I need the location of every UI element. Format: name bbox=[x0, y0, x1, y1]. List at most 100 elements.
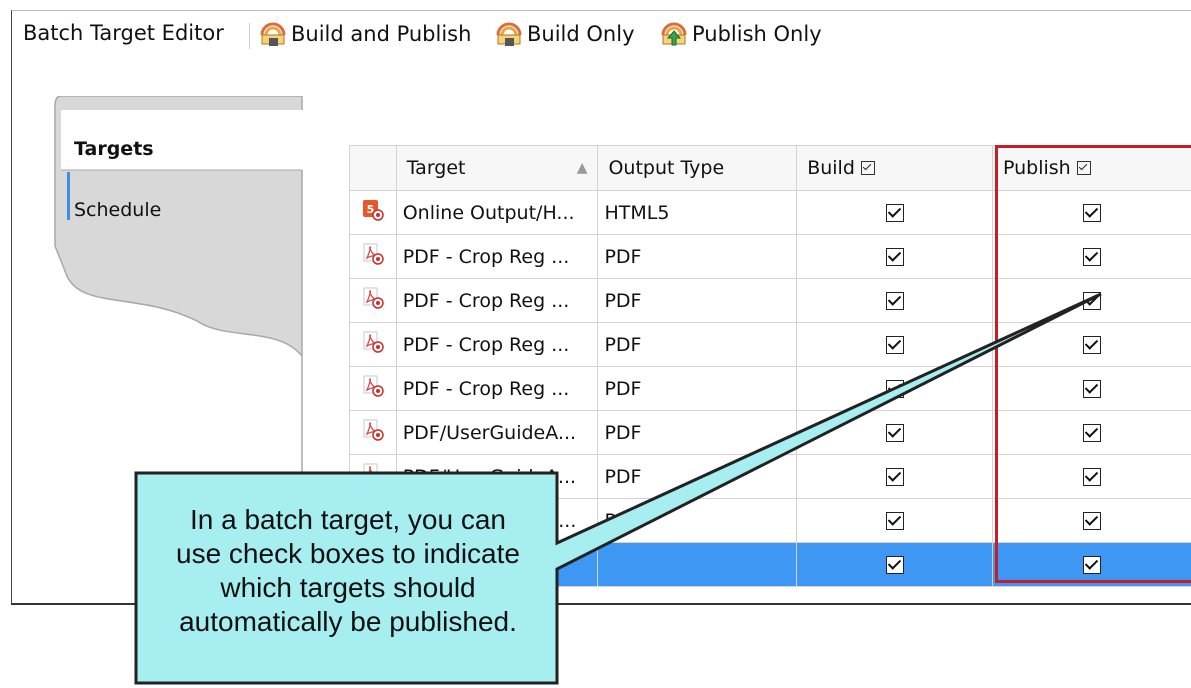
icon-column-header bbox=[350, 146, 397, 191]
output-type-cell: PDF bbox=[598, 411, 797, 455]
publish-select-all-checkbox[interactable] bbox=[1077, 161, 1091, 175]
build-select-all-checkbox[interactable] bbox=[861, 161, 875, 175]
callout-line: which targets should bbox=[138, 571, 558, 605]
build-cell bbox=[797, 367, 993, 411]
publish-checkbox[interactable] bbox=[1083, 468, 1101, 486]
output-type-cell: PDF bbox=[598, 235, 797, 279]
publish-only-icon bbox=[660, 20, 688, 48]
publish-cell bbox=[992, 235, 1191, 279]
build-checkbox[interactable] bbox=[886, 204, 904, 222]
pdf-target-icon bbox=[350, 279, 397, 323]
build-checkbox[interactable] bbox=[886, 424, 904, 442]
build-checkbox[interactable] bbox=[886, 292, 904, 310]
target-name-cell: PDF - Crop Reg ... bbox=[396, 235, 598, 279]
target-name-cell: PDF/UserGuideA... bbox=[396, 411, 598, 455]
output-type-cell bbox=[598, 543, 797, 587]
callout-text: In a batch target, you can use check box… bbox=[138, 503, 558, 639]
build-column-label: Build bbox=[807, 157, 855, 179]
target-name-cell: PDF - Crop Reg ... bbox=[396, 323, 598, 367]
build-checkbox[interactable] bbox=[886, 512, 904, 530]
build-cell bbox=[797, 543, 993, 587]
output-type-cell: PDF bbox=[598, 455, 797, 499]
output-type-cell: PDF bbox=[598, 367, 797, 411]
publish-checkbox[interactable] bbox=[1083, 424, 1101, 442]
build-only-label: Build Only bbox=[527, 22, 635, 46]
callout-line: use check boxes to indicate bbox=[138, 537, 558, 571]
build-only-button[interactable]: Build Only bbox=[495, 20, 635, 48]
build-and-publish-label: Build and Publish bbox=[291, 22, 471, 46]
table-row[interactable]: PDF - Crop Reg ...PDF bbox=[350, 323, 1191, 367]
table-row[interactable]: PDF/UserGuideA...PDF bbox=[350, 455, 1191, 499]
pdf-target-icon bbox=[350, 455, 397, 499]
publish-only-label: Publish Only bbox=[692, 22, 822, 46]
table-row[interactable]: 5Online Output/H...HTML5 bbox=[350, 191, 1191, 235]
build-checkbox[interactable] bbox=[886, 468, 904, 486]
build-checkbox[interactable] bbox=[886, 380, 904, 398]
output-type-column-header[interactable]: Output Type bbox=[598, 146, 797, 191]
publish-checkbox[interactable] bbox=[1083, 336, 1101, 354]
build-cell bbox=[797, 191, 993, 235]
publish-column-header[interactable]: Publish bbox=[992, 146, 1191, 191]
target-name-cell: Online Output/H... bbox=[396, 191, 598, 235]
publish-cell bbox=[992, 455, 1191, 499]
build-and-publish-button[interactable]: Build and Publish bbox=[259, 20, 471, 48]
publish-cell bbox=[992, 367, 1191, 411]
target-name-cell: PDF/UserGuideA... bbox=[396, 455, 598, 499]
build-cell bbox=[797, 455, 993, 499]
callout-line: In a batch target, you can bbox=[138, 503, 558, 537]
sort-ascending-icon: ▲ bbox=[577, 160, 588, 176]
build-cell bbox=[797, 279, 993, 323]
pdf-target-icon bbox=[350, 235, 397, 279]
callout-line: automatically be published. bbox=[138, 605, 558, 639]
publish-checkbox[interactable] bbox=[1083, 204, 1101, 222]
build-cell bbox=[797, 499, 993, 543]
publish-checkbox[interactable] bbox=[1083, 292, 1101, 310]
build-cell bbox=[797, 411, 993, 455]
target-column-label: Target bbox=[407, 157, 466, 179]
publish-checkbox[interactable] bbox=[1083, 248, 1101, 266]
target-name-cell: PDF - Crop Reg ... bbox=[396, 279, 598, 323]
build-column-header[interactable]: Build bbox=[797, 146, 993, 191]
publish-cell bbox=[992, 499, 1191, 543]
pdf-target-icon bbox=[350, 323, 397, 367]
target-name-cell: PDF - Crop Reg ... bbox=[396, 367, 598, 411]
publish-checkbox[interactable] bbox=[1083, 512, 1101, 530]
editor-title: Batch Target Editor bbox=[23, 21, 224, 45]
table-row[interactable]: PDF - Crop Reg ...PDF bbox=[350, 279, 1191, 323]
output-type-column-label: Output Type bbox=[608, 157, 724, 179]
target-column-header[interactable]: Target ▲ bbox=[396, 146, 598, 191]
publish-cell bbox=[992, 279, 1191, 323]
output-type-cell: PDF bbox=[598, 499, 797, 543]
tab-schedule[interactable]: Schedule bbox=[74, 199, 161, 221]
output-type-cell: HTML5 bbox=[598, 191, 797, 235]
publish-cell bbox=[992, 543, 1191, 587]
build-checkbox[interactable] bbox=[886, 556, 904, 574]
build-only-icon bbox=[495, 20, 523, 48]
output-type-cell: PDF bbox=[598, 279, 797, 323]
publish-checkbox[interactable] bbox=[1083, 380, 1101, 398]
publish-cell bbox=[992, 191, 1191, 235]
toolbar: Batch Target Editor Build and Publish Bu… bbox=[12, 11, 1191, 57]
build-cell bbox=[797, 235, 993, 279]
pdf-target-icon bbox=[350, 411, 397, 455]
html5-target-icon: 5 bbox=[350, 191, 397, 235]
build-checkbox[interactable] bbox=[886, 336, 904, 354]
table-row[interactable]: PDF/UserGuideA...PDF bbox=[350, 411, 1191, 455]
publish-checkbox[interactable] bbox=[1083, 556, 1101, 574]
publish-cell bbox=[992, 411, 1191, 455]
build-checkbox[interactable] bbox=[886, 248, 904, 266]
grid-header-row: Target ▲ Output Type Build Publish bbox=[350, 146, 1191, 191]
table-row[interactable]: PDF - Crop Reg ...PDF bbox=[350, 235, 1191, 279]
build-and-publish-icon bbox=[259, 20, 287, 48]
publish-only-button[interactable]: Publish Only bbox=[660, 20, 822, 48]
pdf-target-icon bbox=[350, 367, 397, 411]
publish-column-label: Publish bbox=[1003, 157, 1071, 179]
build-cell bbox=[797, 323, 993, 367]
targets-tab-accent bbox=[67, 172, 70, 220]
output-type-cell: PDF bbox=[598, 323, 797, 367]
tab-targets[interactable]: Targets bbox=[74, 138, 154, 160]
batch-target-editor-window: Batch Target Editor Build and Publish Bu… bbox=[11, 10, 1191, 605]
publish-cell bbox=[992, 323, 1191, 367]
table-row[interactable]: PDF - Crop Reg ...PDF bbox=[350, 367, 1191, 411]
toolbar-separator bbox=[249, 23, 250, 49]
